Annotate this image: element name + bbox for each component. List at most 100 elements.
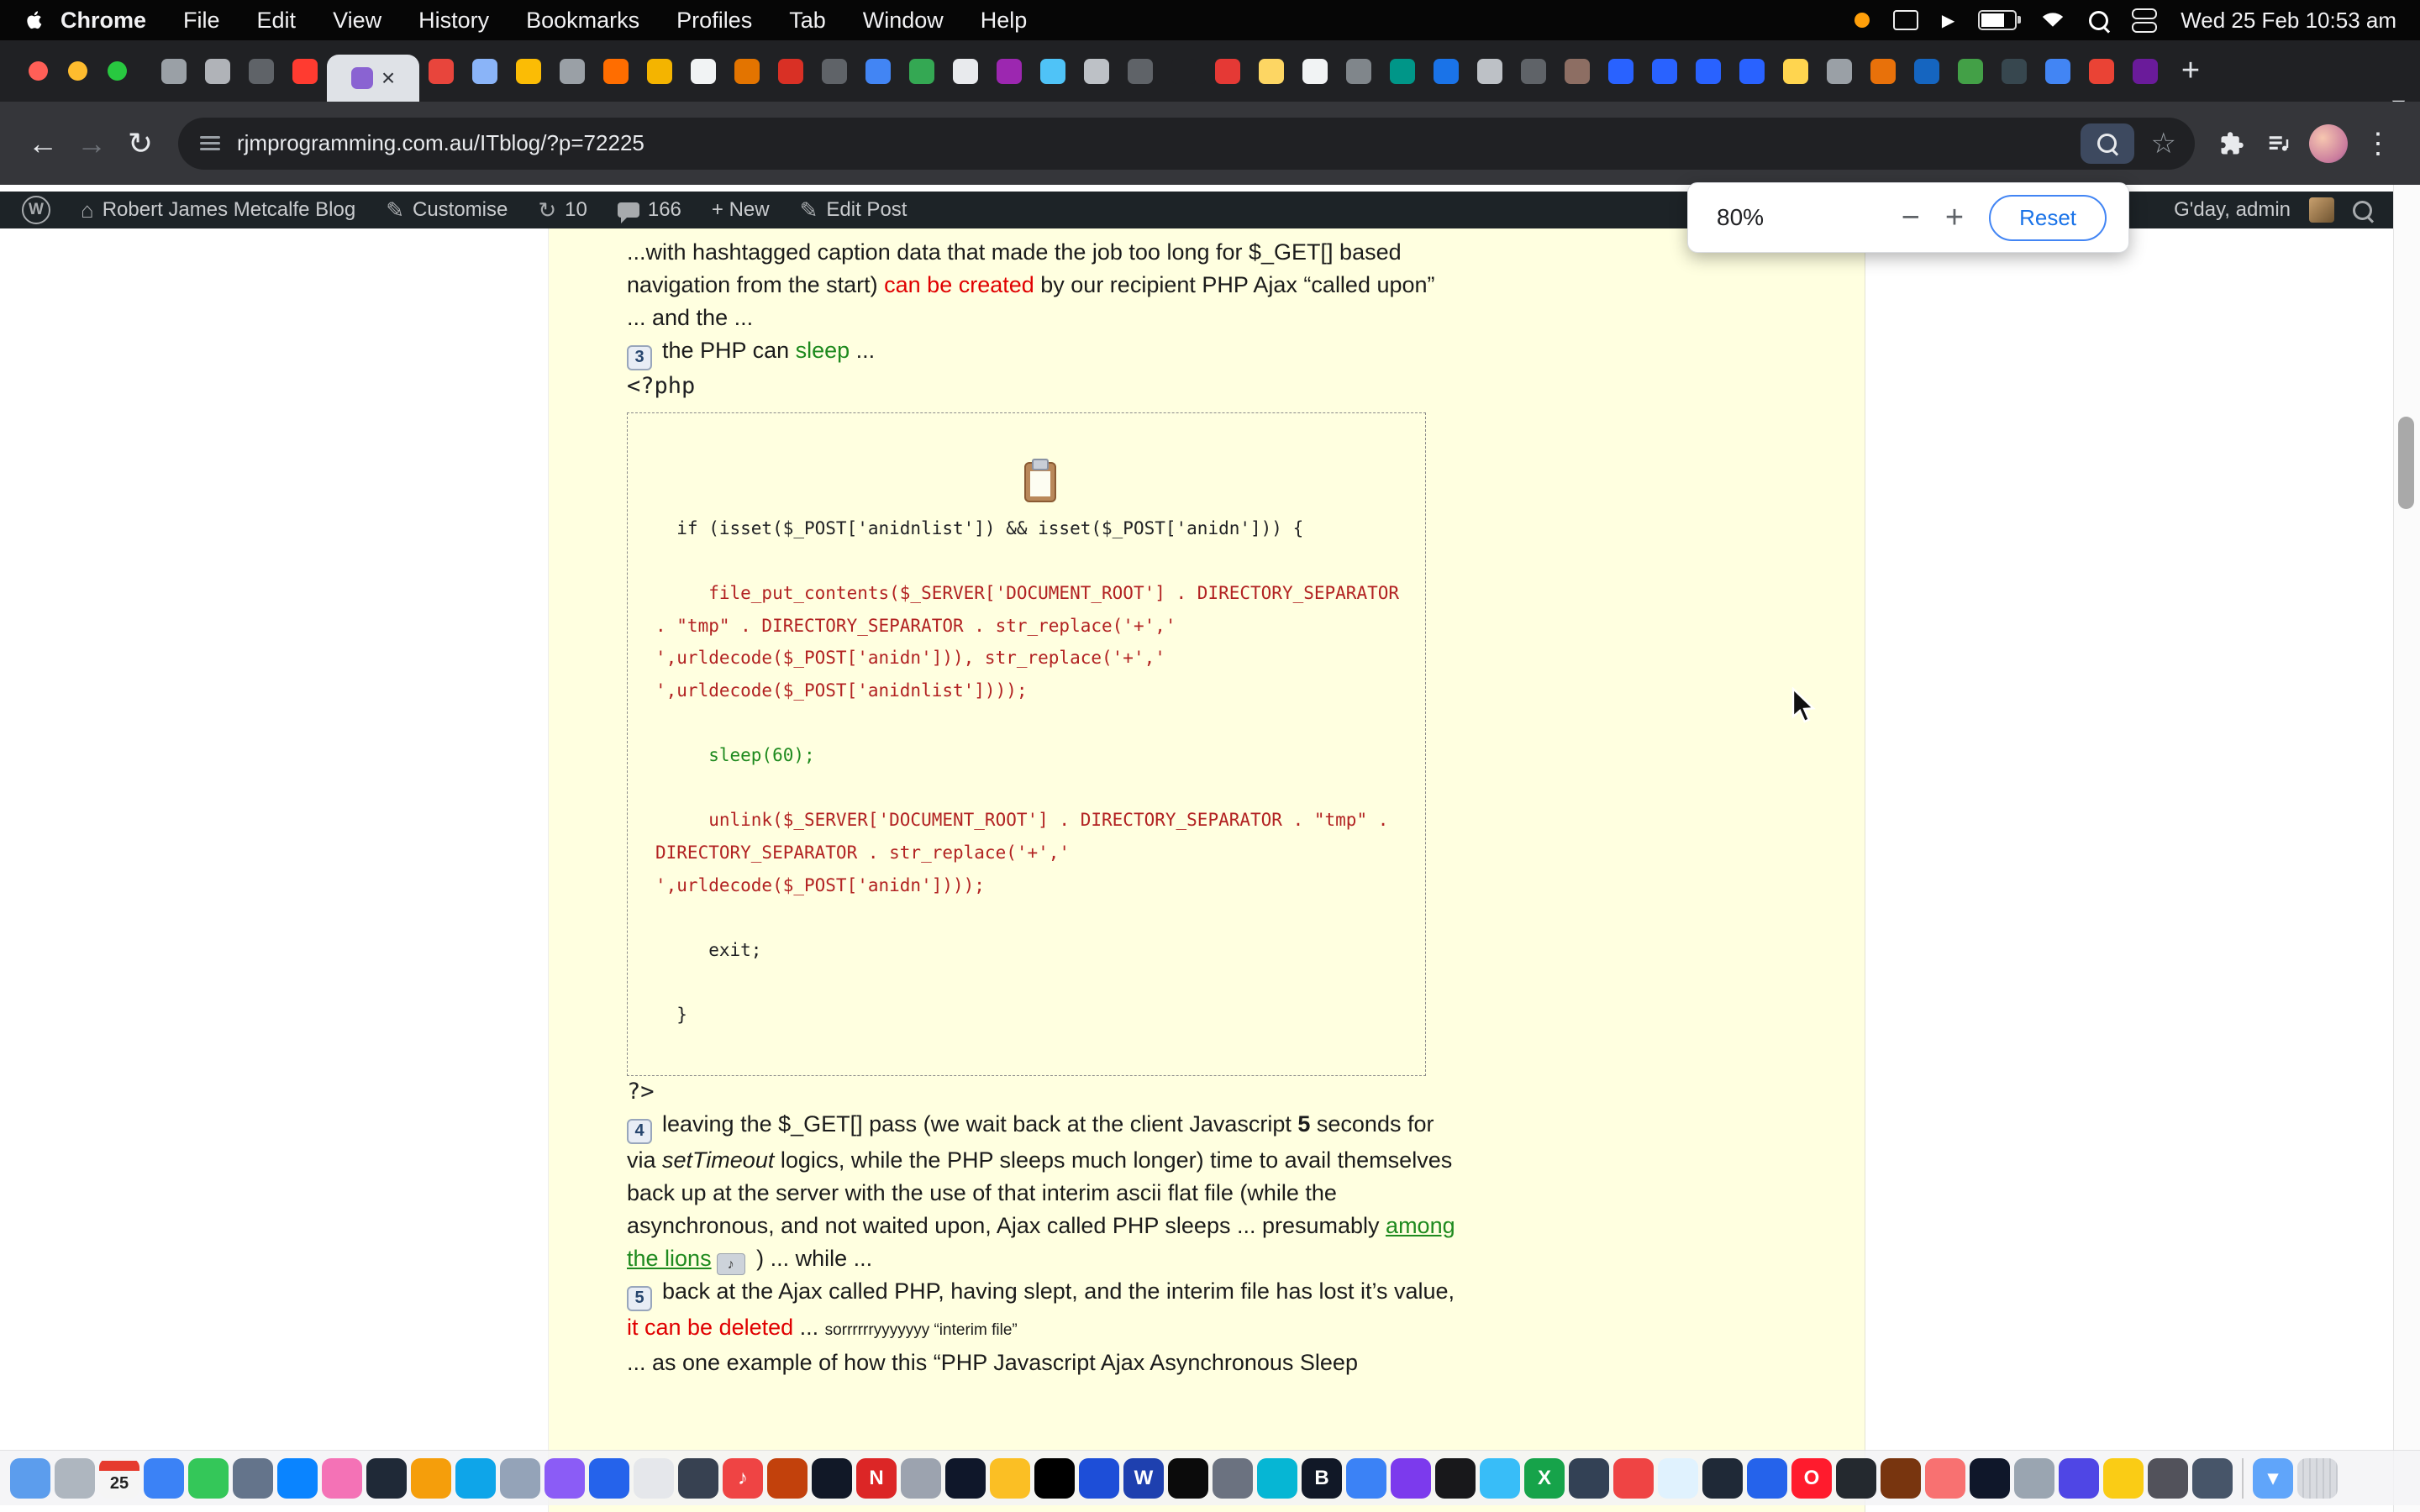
comments-link[interactable]: 166 [618,198,681,222]
browser-tab[interactable] [987,40,1031,102]
dock-icon[interactable] [812,1458,852,1499]
browser-tab[interactable] [856,40,900,102]
dock-icon[interactable] [10,1458,50,1499]
browser-tab[interactable] [1075,40,1118,102]
browser-tab[interactable] [1031,40,1075,102]
browser-tab[interactable] [1599,40,1643,102]
sleep-link[interactable]: sleep [796,338,850,363]
spotlight-icon[interactable] [2089,11,2108,30]
menu-item-profiles[interactable]: Profiles [676,8,752,34]
dock-icon[interactable] [2059,1458,2099,1499]
url-text[interactable]: rjmprogramming.com.au/ITblog/?p=72225 [237,130,2081,156]
browser-tab[interactable] [1337,40,1381,102]
dock-icon[interactable] [1836,1458,1876,1499]
menu-item-view[interactable]: View [333,8,381,34]
browser-tab[interactable] [419,40,463,102]
browser-tab[interactable] [196,40,239,102]
dock-icon[interactable] [1168,1458,1208,1499]
dock-icon[interactable] [500,1458,540,1499]
site-info-icon[interactable] [200,136,220,150]
dock-icon[interactable] [322,1458,362,1499]
browser-tab[interactable] [944,40,987,102]
browser-tab[interactable] [1162,40,1206,102]
zoom-reset-button[interactable]: Reset [1989,195,2107,241]
dock-icon[interactable]: ♪ [723,1458,763,1499]
fullscreen-window-button[interactable] [108,61,127,81]
close-window-button[interactable] [29,61,48,81]
dock-icon[interactable] [55,1458,95,1499]
browser-tab[interactable] [1249,40,1293,102]
menu-item-file[interactable]: File [183,8,220,34]
dock-icon[interactable] [1569,1458,1609,1499]
customise-link[interactable]: ✎ Customise [386,198,508,222]
browser-tab[interactable] [1949,40,1992,102]
battery-icon[interactable] [1978,10,2017,30]
media-controls-icon[interactable] [2255,120,2302,167]
control-center-icon[interactable] [2132,8,2157,33]
minimize-window-button[interactable] [68,61,87,81]
dock-icon-trash[interactable] [2297,1458,2338,1499]
browser-tab[interactable] [1468,40,1512,102]
browser-tab[interactable] [2036,40,2080,102]
dock-icon[interactable] [411,1458,451,1499]
dock-icon[interactable] [1747,1458,1787,1499]
dock-icon[interactable] [678,1458,718,1499]
menu-item-history[interactable]: History [418,8,489,34]
menu-item-help[interactable]: Help [981,8,1028,34]
wp-logo-menu[interactable]: W [22,196,50,224]
dock-icon[interactable] [233,1458,273,1499]
updates-link[interactable]: ↻ 10 [538,198,587,222]
dock-icon[interactable]: N [856,1458,897,1499]
browser-tab[interactable] [1905,40,1949,102]
can-be-deleted-link[interactable]: it can be deleted [627,1315,793,1340]
browser-tab[interactable] [2080,40,2123,102]
browser-tab[interactable] [1512,40,1555,102]
edit-post-link[interactable]: ✎ Edit Post [800,198,908,222]
dock-icon[interactable] [2014,1458,2054,1499]
browser-tab[interactable] [813,40,856,102]
menu-item-chrome[interactable]: Chrome [60,8,146,34]
apple-menu-icon[interactable] [24,6,49,34]
new-content-link[interactable]: + New [712,198,770,222]
dock-icon[interactable] [634,1458,674,1499]
browser-tab[interactable] [1206,40,1249,102]
zoom-out-button[interactable]: − [1902,202,1920,234]
extensions-icon[interactable] [2208,120,2255,167]
dock-icon[interactable] [1970,1458,2010,1499]
browser-tab[interactable] [283,40,327,102]
dock-icon[interactable] [1925,1458,1965,1499]
dock-icon[interactable] [2148,1458,2188,1499]
profile-avatar[interactable] [2309,124,2348,163]
new-tab-button[interactable]: + [2167,48,2214,95]
can-be-created-link[interactable]: can be created [884,272,1034,297]
greeting-label[interactable]: G'day, admin [2174,198,2291,222]
browser-tab[interactable] [2123,40,2167,102]
dock-icon[interactable] [1480,1458,1520,1499]
active-tab[interactable]: × [327,55,419,102]
dock-icon[interactable] [945,1458,986,1499]
dock-icon[interactable]: ▾ [2253,1458,2293,1499]
browser-tab[interactable] [1686,40,1730,102]
dock-icon[interactable] [1079,1458,1119,1499]
reload-button[interactable]: ↻ [116,119,165,168]
dock-icon[interactable] [277,1458,318,1499]
browser-tab[interactable] [1992,40,2036,102]
chrome-menu-icon[interactable]: ⋮ [2354,120,2402,167]
site-name-link[interactable]: ⌂ Robert James Metcalfe Blog [81,198,355,222]
dock-icon[interactable] [1346,1458,1386,1499]
browser-tab[interactable] [550,40,594,102]
browser-tab[interactable] [1555,40,1599,102]
menu-item-tab[interactable]: Tab [789,8,826,34]
dock-icon[interactable] [1213,1458,1253,1499]
browser-tab[interactable] [594,40,638,102]
zoom-indicator-icon[interactable] [2081,123,2134,164]
dock-icon[interactable] [544,1458,585,1499]
close-tab-icon[interactable]: × [381,66,395,90]
browser-tab[interactable] [1774,40,1818,102]
dock-icon[interactable] [1257,1458,1297,1499]
dock-icon[interactable] [188,1458,229,1499]
dock-icon[interactable] [455,1458,496,1499]
browser-tab[interactable] [463,40,507,102]
browser-tab[interactable] [769,40,813,102]
browser-tab[interactable] [507,40,550,102]
